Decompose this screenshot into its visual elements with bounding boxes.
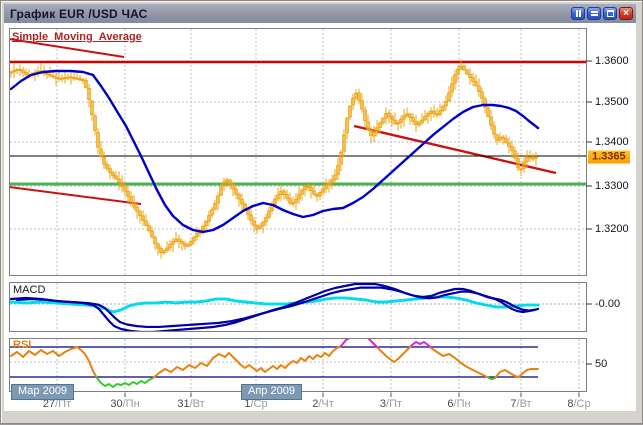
time-axis-label-2: 2/Чт bbox=[312, 398, 334, 410]
time-axis-label-7: 7/Вт bbox=[510, 398, 531, 410]
window-buttons: × bbox=[571, 7, 636, 20]
pause-button[interactable] bbox=[571, 7, 585, 20]
month-badge-Апр: Апр 2009 bbox=[241, 384, 302, 400]
price-axis-label-1.3200: 1.3200 bbox=[595, 223, 629, 235]
macd-axis-label: -0.00 bbox=[595, 298, 620, 310]
time-axis-label-8: 8/Ср bbox=[567, 398, 590, 410]
minimize-button[interactable] bbox=[587, 7, 601, 20]
time-axis-label-6: 6/Пн bbox=[447, 398, 470, 410]
time-axis-label-30: 30/Пн bbox=[110, 398, 139, 410]
main-chart-panel[interactable] bbox=[9, 28, 587, 276]
price-axis-label-1.3500: 1.3500 bbox=[595, 96, 629, 108]
current-price-tag: 1.3365 bbox=[588, 151, 630, 164]
minimize-icon bbox=[591, 11, 598, 16]
title-bar[interactable]: График EUR /USD ЧАС × bbox=[4, 4, 636, 23]
rsi-axis-label: 50 bbox=[595, 358, 607, 370]
macd-panel[interactable] bbox=[9, 282, 587, 332]
month-badge-Мар: Мар 2009 bbox=[11, 384, 74, 400]
chart-window: График EUR /USD ЧАС × Simple_Moving_Aver… bbox=[0, 0, 643, 424]
time-axis-label-3: 3/Пт bbox=[380, 398, 402, 410]
close-button[interactable]: × bbox=[619, 7, 633, 20]
price-axis-label-1.3400: 1.3400 bbox=[595, 136, 629, 148]
close-icon: × bbox=[623, 9, 629, 18]
time-axis-label-31: 31/Вт bbox=[177, 398, 204, 410]
pause-icon bbox=[576, 10, 581, 17]
window-title: График EUR /USD ЧАС bbox=[4, 7, 148, 21]
maximize-button[interactable] bbox=[603, 7, 617, 20]
maximize-icon bbox=[607, 10, 614, 17]
price-axis-label-1.3600: 1.3600 bbox=[595, 55, 629, 67]
price-axis-label-1.3300: 1.3300 bbox=[595, 180, 629, 192]
